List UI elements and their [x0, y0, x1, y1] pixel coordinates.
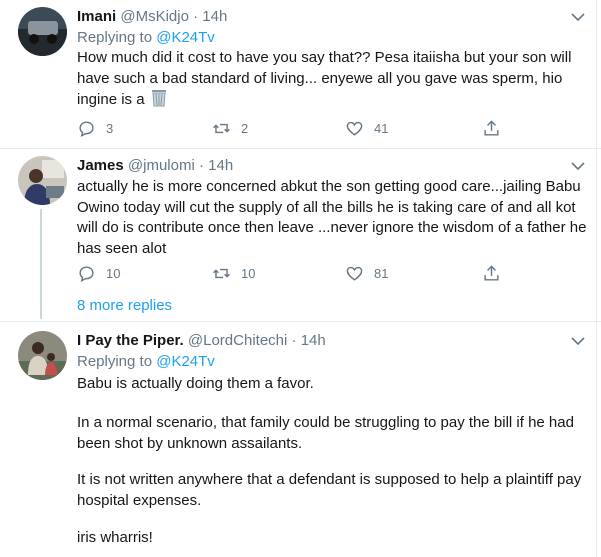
like-count: 41	[374, 120, 389, 136]
more-replies-link[interactable]: 8 more replies	[77, 297, 172, 314]
timestamp[interactable]: 14h	[208, 157, 233, 174]
avatar[interactable]	[18, 7, 67, 56]
thread-line	[40, 209, 42, 319]
replying-label: Replying to	[77, 29, 153, 46]
retweet-button[interactable]: 10	[212, 263, 255, 283]
user-handle[interactable]: @LordChitechi	[188, 332, 287, 349]
reply-icon	[79, 265, 94, 282]
like-button[interactable]: 41	[345, 118, 388, 138]
tweet-paragraph: iris wharris!	[77, 529, 153, 546]
retweet-icon	[213, 123, 230, 133]
replying-to: Replying to @K24Tv	[77, 28, 215, 48]
tweet-header: Imani @MsKidjo · 14h	[77, 7, 227, 27]
tweet-paragraph: In a normal scenario, that family could …	[77, 414, 574, 452]
tweet-header: I Pay the Piper. @LordChitechi · 14h	[77, 331, 326, 351]
like-count: 81	[374, 265, 389, 281]
avatar[interactable]	[18, 156, 67, 205]
share-button[interactable]	[482, 263, 511, 283]
reply-button[interactable]: 10	[77, 263, 120, 283]
retweet-button[interactable]: 2	[212, 118, 248, 138]
tweet-actions: 3 2 41	[77, 118, 577, 138]
mention-link[interactable]: @K24Tv	[156, 29, 215, 46]
mention-link[interactable]: @K24Tv	[156, 353, 215, 370]
heart-icon	[346, 121, 363, 136]
share-icon	[484, 264, 499, 281]
like-button[interactable]: 81	[345, 263, 388, 283]
retweet-icon	[213, 268, 230, 278]
chevron-down-icon[interactable]	[571, 161, 585, 171]
retweet-count: 2	[241, 120, 249, 136]
user-handle[interactable]: @jmulomi	[128, 157, 195, 174]
reply-count: 10	[106, 265, 121, 281]
chevron-down-icon[interactable]	[571, 12, 585, 22]
timestamp[interactable]: 14h	[202, 8, 227, 25]
tweet-text: How much did it cost to have you say tha…	[77, 48, 587, 111]
separator-dot: ·	[193, 8, 199, 25]
replying-label: Replying to	[77, 353, 153, 370]
tweet-header: James @jmulomi · 14h	[77, 156, 233, 176]
tweet-i-pay-the-piper[interactable]: I Pay the Piper. @LordChitechi · 14h Rep…	[0, 322, 601, 557]
separator-dot: ·	[291, 332, 297, 349]
heart-icon	[346, 266, 363, 281]
share-icon	[484, 119, 499, 136]
display-name[interactable]: James	[77, 157, 124, 174]
user-handle[interactable]: @MsKidjo	[120, 8, 189, 25]
replying-to: Replying to @K24Tv	[77, 352, 215, 372]
reply-button[interactable]: 3	[77, 118, 113, 138]
timestamp[interactable]: 14h	[301, 332, 326, 349]
tweet-imani[interactable]: Imani @MsKidjo · 14h Replying to @K24Tv …	[0, 0, 601, 148]
reply-count: 3	[106, 120, 114, 136]
tweet-actions: 10 10 81	[77, 263, 577, 283]
display-name[interactable]: Imani	[77, 8, 116, 25]
tweet-text: actually he is more concerned abkut the …	[77, 178, 587, 257]
separator-dot: ·	[198, 157, 204, 174]
share-button[interactable]	[482, 118, 511, 138]
chevron-down-icon[interactable]	[571, 336, 585, 346]
tweet-paragraph: It is not written anywhere that a defend…	[77, 471, 582, 509]
tweet-james[interactable]: James @jmulomi · 14h actually he is more…	[0, 149, 601, 321]
tweet-paragraph: Babu is actually doing them a favor.	[77, 375, 314, 392]
retweet-count: 10	[241, 265, 256, 281]
avatar[interactable]	[18, 331, 67, 380]
display-name[interactable]: I Pay the Piper.	[77, 332, 184, 349]
reply-icon	[79, 120, 94, 137]
column-border	[596, 0, 597, 557]
wastebasket-icon	[151, 90, 166, 107]
